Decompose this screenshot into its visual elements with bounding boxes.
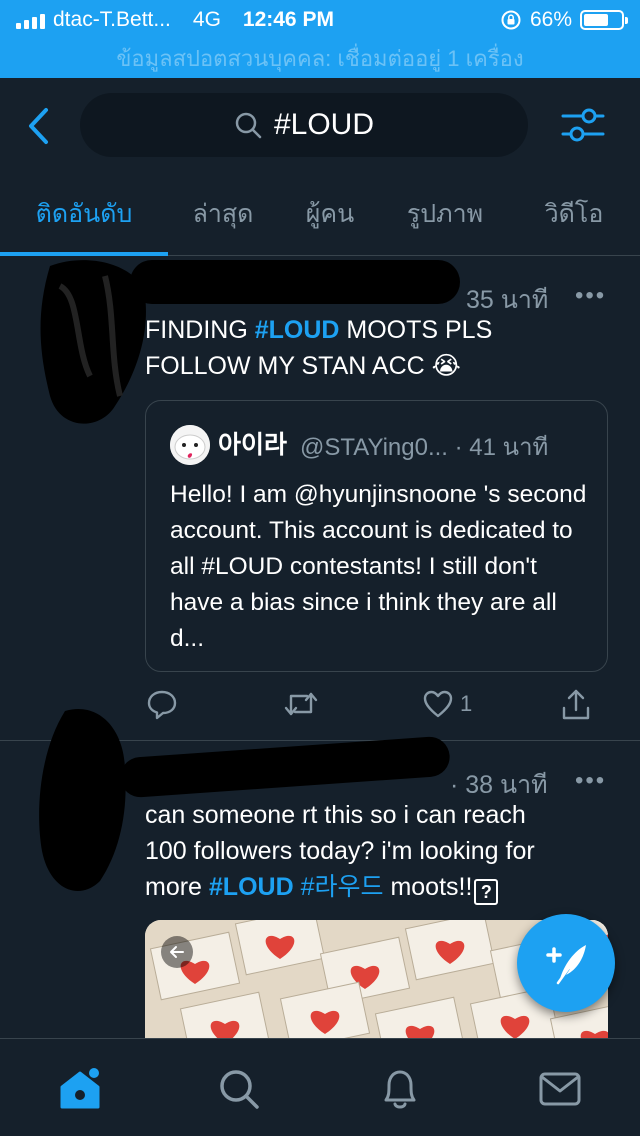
tweet-text-part: MOOTS PLS xyxy=(339,316,493,344)
tab-videos-label: วิดีโอ xyxy=(544,200,604,228)
signal-icon xyxy=(16,11,45,29)
quoted-tweet[interactable]: 아이라 @STAYing0... · 41 นาที Hello! I am @… xyxy=(145,400,608,672)
compose-feather-icon xyxy=(546,945,586,985)
hotspot-banner[interactable]: ข้อมูลสปอตสวนบุคคล: เชื่อมต่ออยู่ 1 เครื… xyxy=(0,40,640,78)
tweet-text-part: FINDING xyxy=(145,316,255,344)
back-button[interactable] xyxy=(24,106,54,146)
reply-icon xyxy=(147,690,177,720)
tab-people-label: ผู้คน xyxy=(305,200,355,228)
like-button[interactable]: 1 xyxy=(422,688,472,720)
battery-icon xyxy=(580,10,628,30)
redacted-name xyxy=(119,735,451,799)
redacted-name xyxy=(130,260,460,304)
like-count: 1 xyxy=(460,691,473,716)
tweet-text: can someone rt this so i can reach 100 f… xyxy=(145,797,625,905)
tab-latest[interactable]: ล่าสุด xyxy=(168,174,278,256)
reply-button[interactable] xyxy=(146,688,178,720)
tab-latest-label: ล่าสุด xyxy=(192,200,254,228)
nav-home[interactable] xyxy=(56,1065,104,1113)
nav-search[interactable] xyxy=(215,1065,263,1113)
tweet[interactable]: 35 นาที ••• FINDING #LOUD MOOTS PLS FOLL… xyxy=(0,256,640,740)
heart-icon xyxy=(423,690,453,718)
tab-videos[interactable]: วิดีโอ xyxy=(508,174,640,256)
quoted-avatar[interactable] xyxy=(170,425,210,465)
nav-notifications[interactable] xyxy=(376,1065,424,1113)
home-icon xyxy=(60,1068,100,1109)
search-query: #LOUD xyxy=(273,108,375,141)
search-filter-button[interactable] xyxy=(560,102,606,148)
tweet-text-part: more xyxy=(145,873,209,901)
messages-envelope-icon xyxy=(539,1072,581,1106)
tweet-text-part: 100 followers today? i'm looking for xyxy=(145,837,535,865)
crying-emoji: 😭 xyxy=(431,352,461,380)
search-icon xyxy=(235,112,262,139)
share-button[interactable] xyxy=(560,688,592,722)
retweet-icon xyxy=(284,692,318,716)
quoted-handle-time: @STAYing0... · 41 นาที xyxy=(300,434,549,461)
carrier-label: dtac-T.Bett... xyxy=(53,8,171,31)
hashtag-link[interactable]: #LOUD xyxy=(255,316,340,344)
more-button[interactable]: ••• xyxy=(575,767,606,795)
quoted-text: Hello! I am @hyunjinsnoone 's second acc… xyxy=(170,481,587,652)
avatar[interactable] xyxy=(30,701,140,901)
tab-top[interactable]: ติดอันดับ xyxy=(0,174,168,256)
sliders-icon xyxy=(561,108,605,142)
search-input[interactable]: #LOUD xyxy=(80,93,528,157)
notifications-bell-icon xyxy=(384,1070,416,1109)
status-right: 66% xyxy=(500,8,628,32)
tweet-text-part: FOLLOW MY STAN ACC xyxy=(145,352,425,380)
tweet-text-part: moots!! xyxy=(383,873,473,901)
tab-people[interactable]: ผู้คน xyxy=(278,174,382,256)
compose-tweet-button[interactable] xyxy=(517,914,615,1012)
tab-photos-label: รูปภาพ xyxy=(406,200,484,228)
rotation-lock-icon xyxy=(501,10,521,30)
chevron-left-icon xyxy=(29,108,48,144)
status-bar: dtac-T.Bett... 4G 12:46 PM 66% xyxy=(0,0,640,40)
tweet-text: FINDING #LOUD MOOTS PLS FOLLOW MY STAN A… xyxy=(145,312,615,384)
search-tabs: ติดอันดับ ล่าสุด ผู้คน รูปภาพ วิดีโอ xyxy=(0,174,640,256)
tweet-text-part: can someone rt this so i can reach xyxy=(145,801,526,829)
search-icon xyxy=(220,1070,259,1109)
nav-messages[interactable] xyxy=(536,1065,584,1113)
unknown-glyph-icon: ? xyxy=(474,879,499,905)
arrow-left-icon xyxy=(170,946,184,958)
tab-photos[interactable]: รูปภาพ xyxy=(382,174,508,256)
share-icon xyxy=(562,689,590,720)
media-back-button[interactable] xyxy=(161,936,193,968)
more-button[interactable]: ••• xyxy=(575,282,606,310)
hashtag-link[interactable]: #라우드 xyxy=(301,873,384,901)
tab-top-label: ติดอันดับ xyxy=(35,200,133,228)
network-label: 4G xyxy=(192,8,221,31)
clock: 12:46 PM xyxy=(242,8,334,31)
hashtag-link[interactable]: #LOUD xyxy=(209,873,294,901)
quoted-display-name[interactable]: 아이라 xyxy=(218,425,287,461)
retweet-button[interactable] xyxy=(283,688,319,720)
hotspot-banner-text: ข้อมูลสปอตสวนบุคคล: เชื่อมต่ออยู่ 1 เครื… xyxy=(116,46,524,71)
search-header: #LOUD xyxy=(0,78,640,174)
bottom-navigation xyxy=(0,1038,640,1136)
avatar-illustration-icon xyxy=(170,425,210,465)
battery-percent: 66% xyxy=(529,8,572,31)
